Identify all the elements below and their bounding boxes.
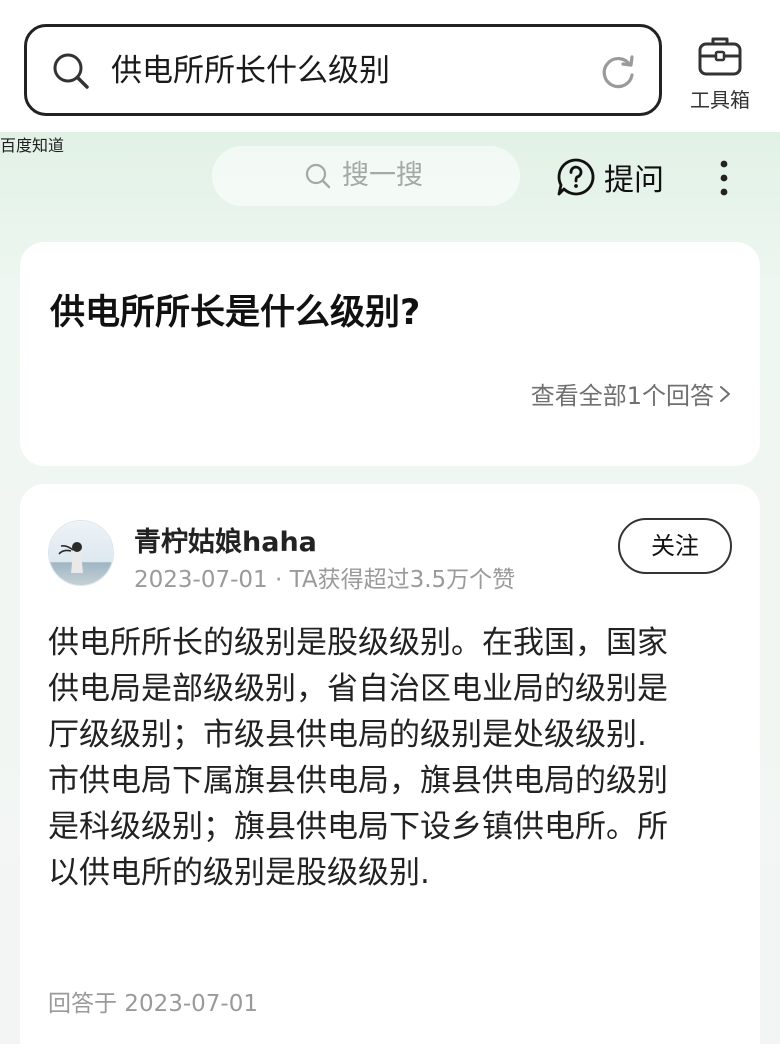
- refresh-icon[interactable]: [599, 53, 637, 91]
- answer-card: 青柠姑娘haha 2023-07-01 · TA获得超过3.5万个赞 关注 供电…: [20, 484, 760, 1064]
- view-all-answers-label: 查看全部1个回答: [530, 382, 714, 410]
- nav-search-field[interactable]: 搜一搜: [212, 146, 520, 206]
- top-search-bar: 供电所所长什么级别 工具箱: [0, 0, 780, 132]
- answer-line: 市供电局下属旗县供电局，旗县供电局的级别: [48, 763, 668, 799]
- answer-line: 供电局是部级级别，省自治区电业局的级别是: [48, 671, 668, 707]
- answer-line: 以供电所的级别是股级级别.: [48, 855, 430, 891]
- author-name[interactable]: 青柠姑娘haha: [134, 520, 317, 559]
- search-box[interactable]: 供电所所长什么级别: [24, 24, 662, 116]
- toolbox-label: 工具箱: [690, 88, 750, 112]
- view-all-answers-link[interactable]: 查看全部1个回答: [531, 376, 732, 411]
- answer-line: 供电所所长的级别是股级级别。在我国，国家: [48, 625, 668, 661]
- avatar-photo: [49, 521, 113, 585]
- nav-search-placeholder: 搜一搜: [342, 160, 423, 191]
- search-icon: [305, 163, 331, 189]
- more-menu-icon[interactable]: [712, 158, 736, 198]
- question-title: 供电所所长是什么级别?: [50, 293, 421, 333]
- answer-line: 是科级级别；旗县供电局下设乡镇供电所。所: [48, 809, 668, 845]
- author-meta: 2023-07-01 · TA获得超过3.5万个赞: [134, 567, 516, 593]
- toolbox-icon: [698, 37, 742, 76]
- avatar[interactable]: [48, 520, 114, 586]
- question-card: 供电所所长是什么级别? 查看全部1个回答: [20, 242, 760, 466]
- follow-button[interactable]: 关注: [618, 518, 732, 574]
- question-bubble-icon: [557, 158, 595, 196]
- answer-text: 供电所所长的级别是股级级别。在我国，国家 供电局是部级级别，省自治区电业局的级别…: [48, 620, 738, 896]
- toolbox-button[interactable]: 工具箱: [680, 34, 760, 113]
- answered-date: 回答于 2023-07-01: [48, 991, 258, 1017]
- ask-label: 提问: [604, 163, 664, 198]
- search-icon: [53, 53, 89, 89]
- answer-line: 厅级级别；市级县供电局的级别是处级级别.: [48, 717, 647, 753]
- ask-question-button[interactable]: 提问: [556, 155, 664, 199]
- chevron-right-icon: [720, 385, 730, 402]
- search-query[interactable]: 供电所所长什么级别: [111, 49, 390, 93]
